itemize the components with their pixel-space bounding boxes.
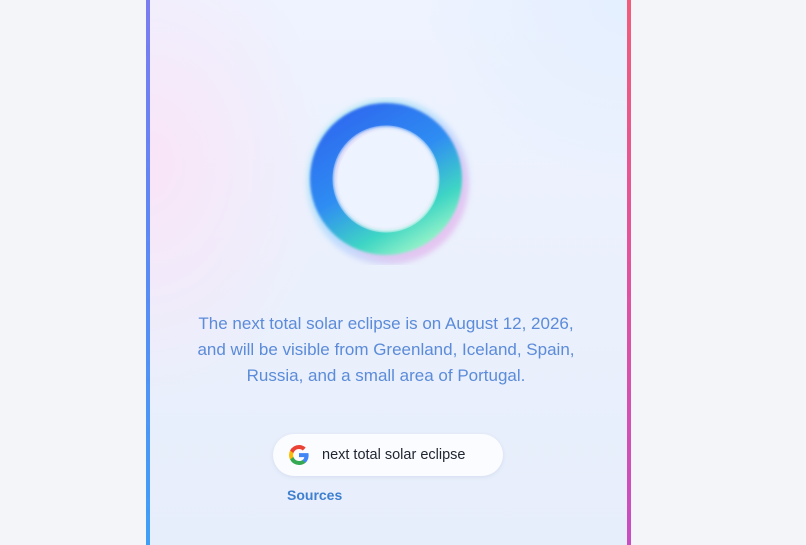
google-search-chip[interactable]: next total solar eclipse xyxy=(273,434,503,476)
search-chip-label: next total solar eclipse xyxy=(322,447,466,463)
assistant-orb-icon xyxy=(307,99,469,265)
screen: The next total solar eclipse is on Augus… xyxy=(0,0,806,545)
sources-link[interactable]: Sources xyxy=(287,487,342,503)
panel-right-glow-edge xyxy=(627,0,631,545)
assistant-answer-text: The next total solar eclipse is on Augus… xyxy=(197,314,575,385)
panel-left-glow-edge xyxy=(146,0,150,545)
google-g-icon xyxy=(289,445,309,465)
